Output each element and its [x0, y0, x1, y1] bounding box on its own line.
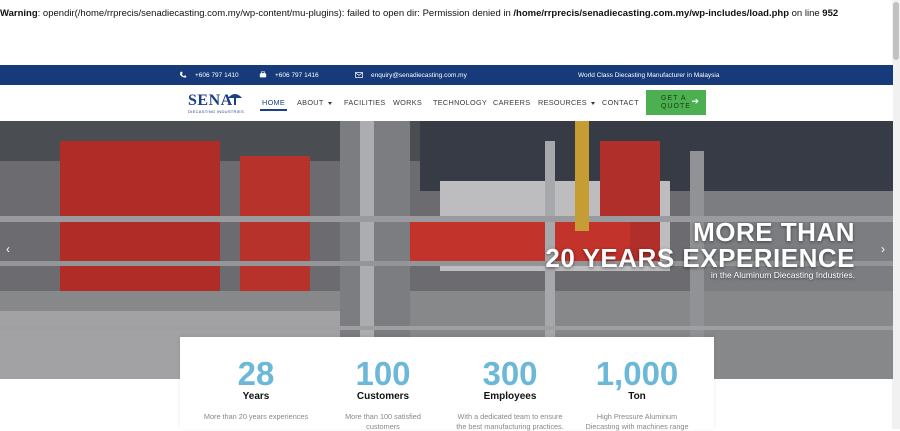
- stat-unit: Customers: [356, 391, 410, 402]
- menu-item-facilities[interactable]: FACILITIES: [344, 98, 386, 107]
- stat-number: 300: [482, 355, 538, 392]
- arrow-right-icon: ➔: [691, 96, 700, 106]
- stat-number: 28: [237, 355, 275, 392]
- warning-label: Warning: [0, 8, 38, 19]
- stat-employees: 300 Employees With a dedicated team to e…: [445, 337, 575, 431]
- stat-customers: 100 Customers More than 100 satisfied cus…: [318, 337, 448, 431]
- menu-item-contact[interactable]: CONTACT: [602, 98, 639, 107]
- stats-panel: 28 Years More than 20 years experiences …: [180, 337, 714, 431]
- page-scrollbar[interactable]: [892, 0, 900, 429]
- stat-number: 1,000: [595, 355, 679, 392]
- menu-item-home[interactable]: HOME: [259, 98, 288, 111]
- menu-item-works[interactable]: WORKS: [393, 98, 422, 107]
- warning-path: /home/rrprecis/senadiecasting.com.my/wp-…: [513, 8, 789, 19]
- stat-unit: Employees: [483, 391, 537, 402]
- stat-description: More than 20 years experiences: [203, 412, 309, 421]
- stat-ton: 1,000 Ton High Pressure Aluminum Diecasti…: [572, 337, 702, 431]
- tagline-text: World Class Diecasting Manufacturer in M…: [578, 71, 720, 79]
- stat-description: More than 100 satisfied customers: [345, 412, 421, 431]
- tagline: World Class Diecasting Manufacturer in M…: [578, 65, 720, 85]
- hero-subtitle: in the Aluminum Diecasting Industries.: [710, 270, 855, 280]
- stat-unit: Years: [242, 391, 270, 402]
- fax-icon: [259, 71, 267, 78]
- phone-item[interactable]: +606 797 1410: [179, 65, 239, 85]
- email-address: enquiry@senadiecasting.com.my: [371, 71, 467, 79]
- phone-number: +606 797 1410: [195, 71, 239, 79]
- logo-name: SENA: [188, 92, 233, 109]
- phone-icon: [180, 71, 187, 78]
- warning-message: : opendir(/home/rrprecis/senadiecasting.…: [37, 8, 514, 19]
- chevron-down-icon: [327, 101, 332, 105]
- menu-item-careers[interactable]: CAREERS: [493, 98, 530, 107]
- email-item[interactable]: enquiry@senadiecasting.com.my: [355, 65, 467, 85]
- fax-item[interactable]: +606 797 1416: [259, 65, 319, 85]
- logo-subtitle: DIECASTING INDUSTRIES: [188, 109, 245, 114]
- contact-bar: +606 797 1410 +606 797 1416 enquiry@sena…: [0, 65, 893, 85]
- slider-prev-icon[interactable]: ‹: [6, 242, 10, 256]
- warning-on-line: on line: [789, 8, 823, 19]
- stat-description: High Pressure Aluminum Diecasting with ma…: [585, 412, 689, 431]
- stat-number: 100: [355, 355, 411, 392]
- stat-years: 28 Years More than 20 years experiences: [191, 337, 321, 422]
- menu-item-technology[interactable]: TECHNOLOGY: [433, 98, 487, 107]
- fax-number: +606 797 1416: [275, 71, 319, 79]
- menu-item-about[interactable]: ABOUT: [297, 98, 332, 107]
- main-navigation: SENA DIECASTING INDUSTRIES HOME ABOUT FA…: [0, 85, 893, 121]
- chevron-down-icon: [590, 101, 595, 105]
- menu-item-resources-label: RESOURCES: [538, 98, 587, 107]
- site-logo[interactable]: SENA DIECASTING INDUSTRIES: [188, 92, 244, 116]
- get-a-quote-button[interactable]: GET A QUOTE ➔: [646, 90, 706, 115]
- stat-unit: Ton: [628, 391, 646, 402]
- menu-item-resources[interactable]: RESOURCES: [538, 98, 595, 107]
- envelope-icon: [355, 72, 363, 78]
- slider-next-icon[interactable]: ›: [881, 242, 885, 256]
- menu-item-about-label: ABOUT: [297, 98, 324, 107]
- stat-description: With a dedicated team to ensure the best …: [456, 412, 564, 431]
- scrollbar-thumb[interactable]: [893, 2, 899, 60]
- logo-tree-icon: [228, 94, 242, 105]
- warning-line-number: 952: [822, 8, 839, 19]
- php-warning: Warning: opendir(/home/rrprecis/senadiec…: [0, 8, 890, 19]
